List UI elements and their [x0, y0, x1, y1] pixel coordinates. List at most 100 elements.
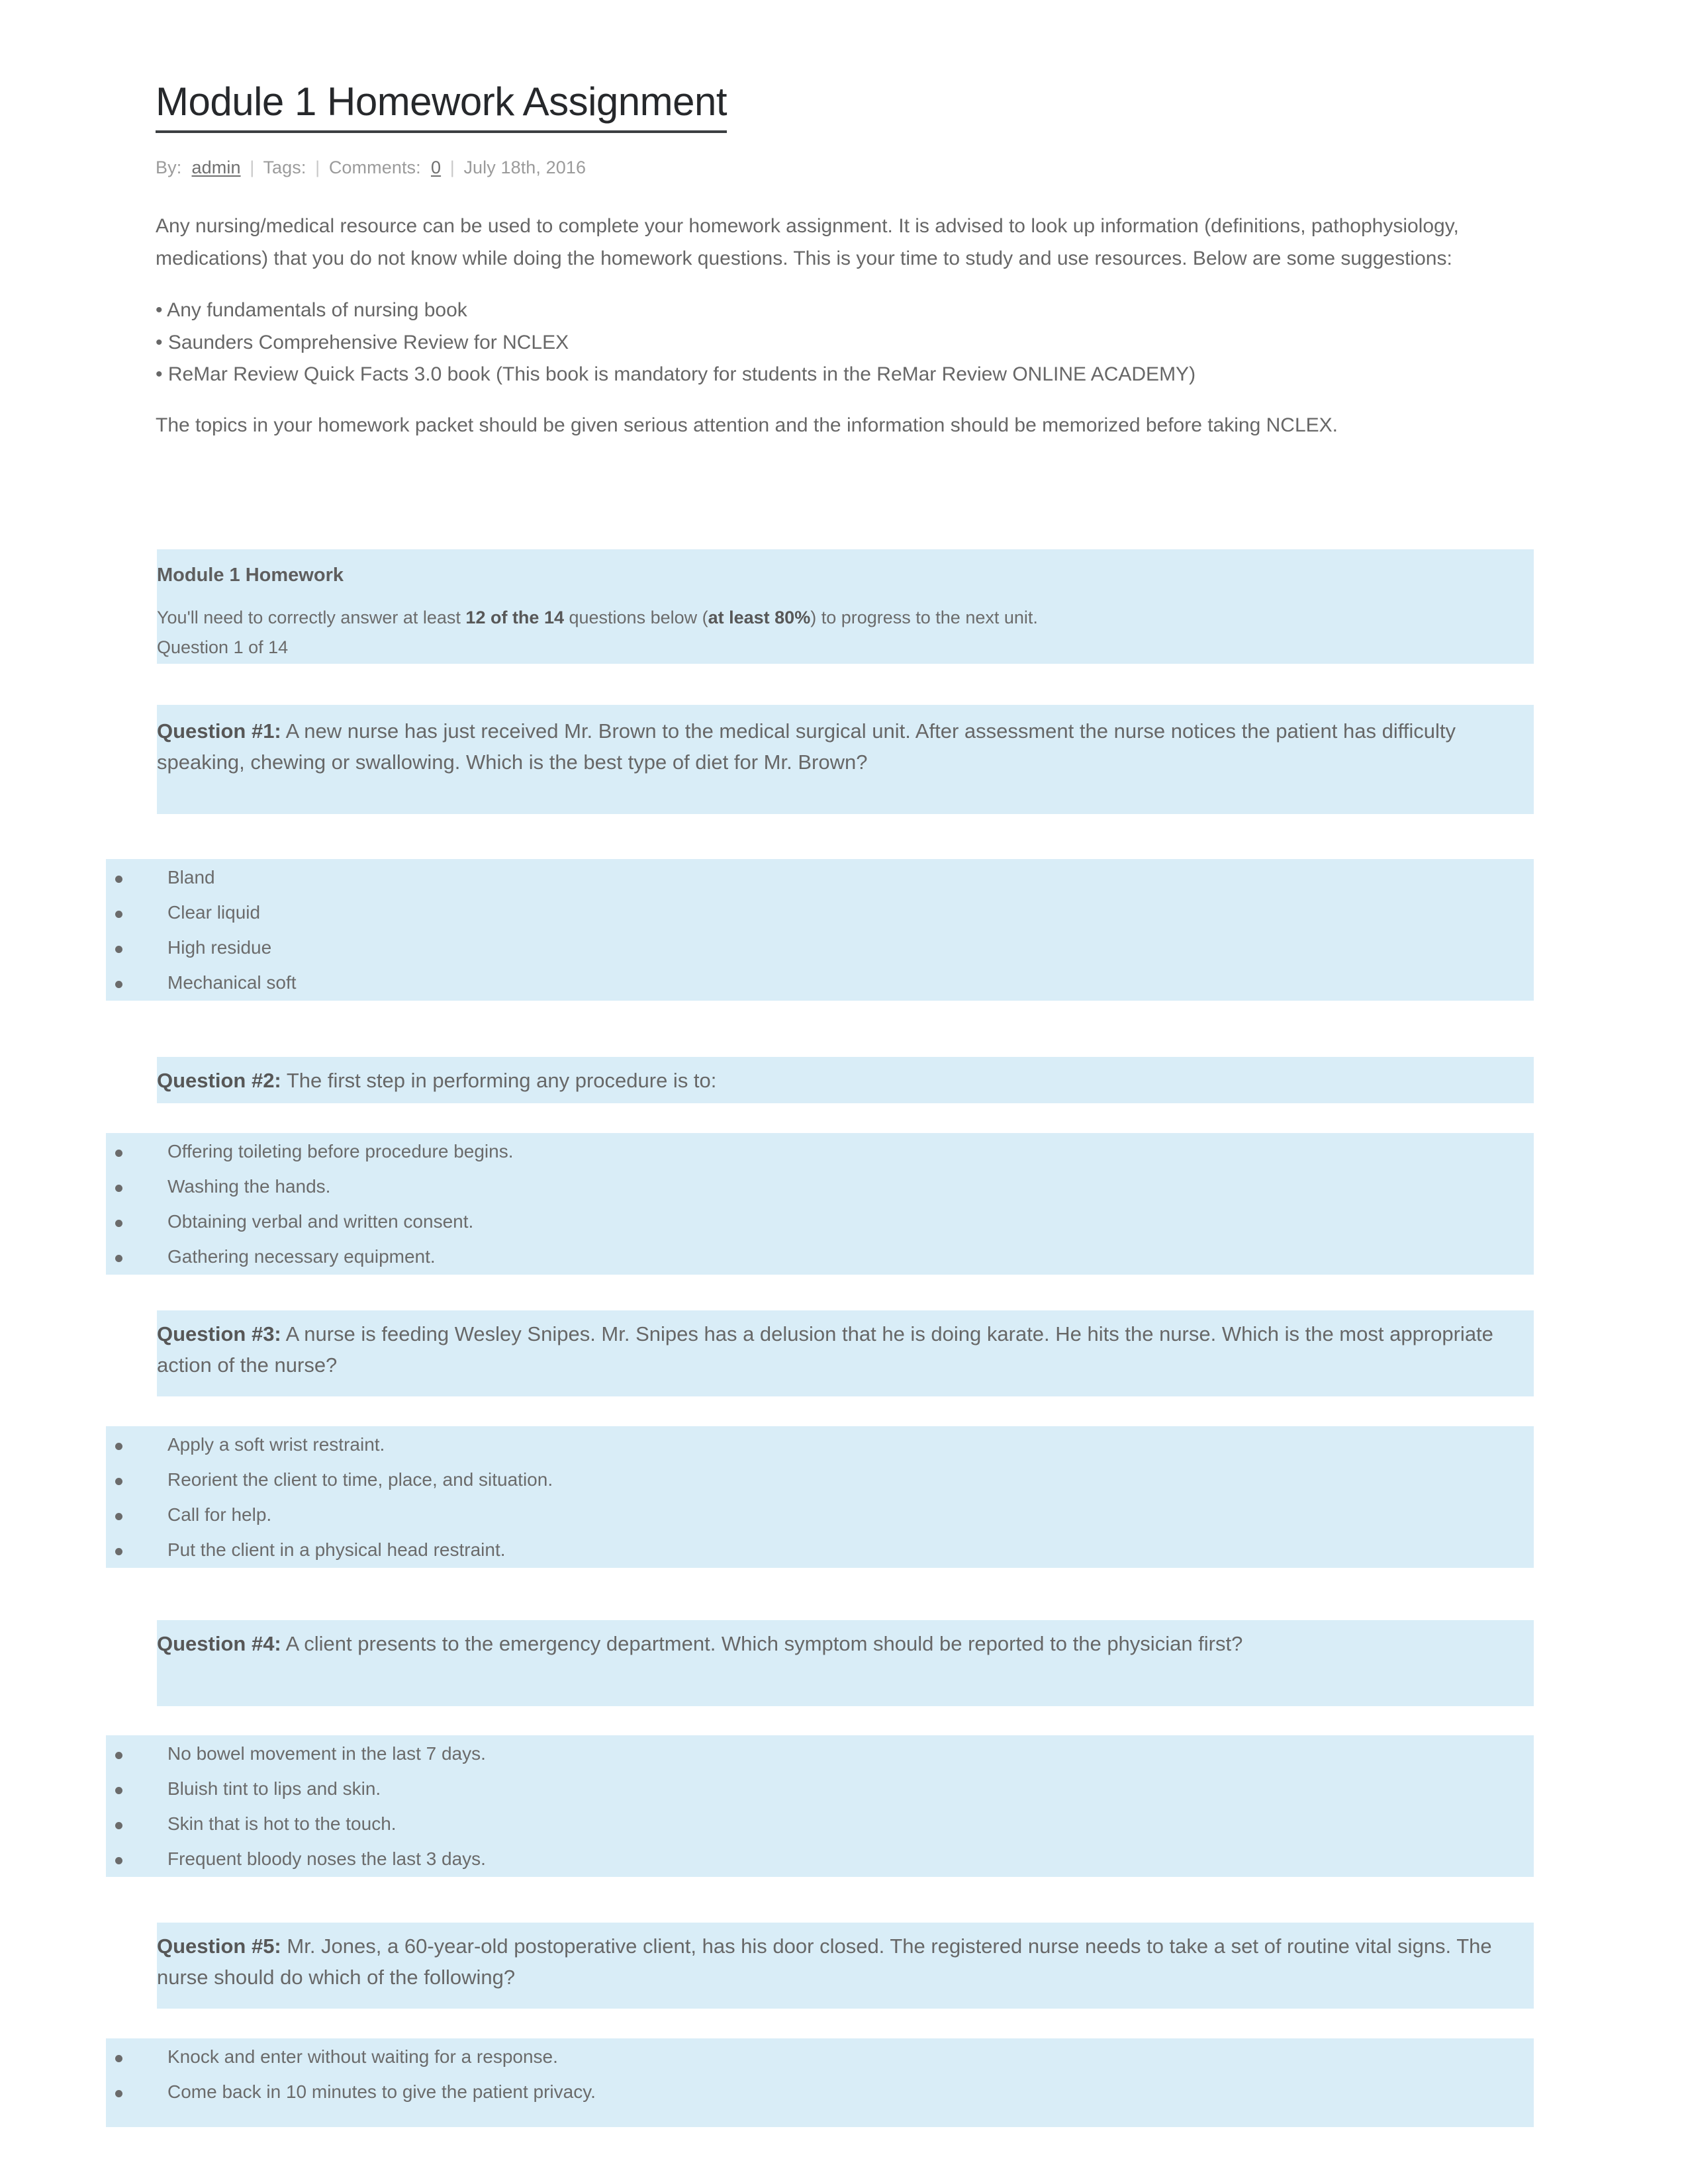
option-label: Offering toileting before procedure begi…: [167, 1141, 514, 1161]
bullet-icon: [115, 1857, 122, 1864]
byline-separator-3: |: [449, 158, 455, 177]
question-3-label: Question #3:: [157, 1322, 281, 1345]
homework-info-box: Module 1 Homework You'll need to correct…: [157, 549, 1534, 648]
bullet-icon: [115, 1548, 122, 1555]
question-2-answers-box: Offering toileting before procedure begi…: [106, 1133, 1534, 1275]
question-1-text: Question #1: A new nurse has just receiv…: [157, 715, 1527, 778]
option-label: Skin that is hot to the touch.: [167, 1813, 397, 1834]
bullet-icon: [115, 1752, 122, 1759]
question-3-answers-box: Apply a soft wrist restraint. Reorient t…: [106, 1426, 1534, 1568]
question-4-body: A client presents to the emergency depar…: [281, 1632, 1243, 1655]
option-label: Reorient the client to time, place, and …: [167, 1469, 553, 1490]
option-item[interactable]: Bland: [106, 868, 1534, 887]
question-2-body: The first step in performing any procedu…: [281, 1069, 717, 1092]
option-item[interactable]: Bluish tint to lips and skin.: [106, 1780, 1534, 1798]
intro-section: Any nursing/medical resource can be used…: [156, 210, 1516, 462]
option-item[interactable]: Frequent bloody noses the last 3 days.: [106, 1850, 1534, 1868]
question-5-options: Knock and enter without waiting for a re…: [106, 2048, 1534, 2101]
byline-separator-2: |: [315, 158, 320, 177]
question-3-text: Question #3: A nurse is feeding Wesley S…: [157, 1318, 1527, 1381]
suggestions-list: • Any fundamentals of nursing book • Sau…: [156, 295, 1516, 391]
question-counter-box: Question 1 of 14: [157, 635, 1534, 664]
question-5-answers-box: Knock and enter without waiting for a re…: [106, 2038, 1534, 2127]
bullet-icon: [115, 1255, 122, 1262]
question-1-answers-box: Bland Clear liquid High residue Mechanic…: [106, 859, 1534, 1001]
option-label: Apply a soft wrist restraint.: [167, 1434, 385, 1455]
question-5-label: Question #5:: [157, 1934, 281, 1958]
question-4-box: Question #4: A client presents to the em…: [157, 1620, 1534, 1706]
question-4-options: No bowel movement in the last 7 days. Bl…: [106, 1745, 1534, 1868]
question-1-options: Bland Clear liquid High residue Mechanic…: [106, 868, 1534, 992]
option-label: Bluish tint to lips and skin.: [167, 1778, 381, 1799]
question-2-options: Offering toileting before procedure begi…: [106, 1142, 1534, 1266]
bullet-icon: [115, 1822, 122, 1829]
option-item[interactable]: Apply a soft wrist restraint.: [106, 1435, 1534, 1454]
question-5-body: Mr. Jones, a 60-year-old postoperative c…: [157, 1934, 1492, 1989]
requirement-mid: questions below (: [563, 607, 708, 627]
option-item[interactable]: Reorient the client to time, place, and …: [106, 1471, 1534, 1489]
option-item[interactable]: Come back in 10 minutes to give the pati…: [106, 2083, 1534, 2101]
bullet-icon: [115, 2055, 122, 2062]
question-5-box: Question #5: Mr. Jones, a 60-year-old po…: [157, 1923, 1534, 2009]
bullet-icon: [115, 1185, 122, 1192]
option-item[interactable]: Clear liquid: [106, 903, 1534, 922]
page-title: Module 1 Homework Assignment: [156, 79, 727, 134]
suggestion-item: • ReMar Review Quick Facts 3.0 book (Thi…: [156, 363, 1196, 386]
option-item[interactable]: Knock and enter without waiting for a re…: [106, 2048, 1534, 2066]
bullet-icon: [115, 946, 122, 953]
question-2-label: Question #2:: [157, 1069, 281, 1092]
option-item[interactable]: Mechanical soft: [106, 974, 1534, 992]
option-label: Frequent bloody noses the last 3 days.: [167, 1848, 486, 1869]
option-item[interactable]: High residue: [106, 938, 1534, 957]
bullet-icon: [115, 911, 122, 918]
homework-box-heading: Module 1 Homework: [157, 565, 344, 586]
question-3-box: Question #3: A nurse is feeding Wesley S…: [157, 1310, 1534, 1396]
question-counter: Question 1 of 14: [157, 637, 289, 657]
option-label: Knock and enter without waiting for a re…: [167, 2046, 558, 2067]
byline-separator-1: |: [250, 158, 255, 177]
option-label: Washing the hands.: [167, 1176, 331, 1197]
option-label: Call for help.: [167, 1504, 272, 1525]
bullet-icon: [115, 1443, 122, 1450]
bullet-icon: [115, 1478, 122, 1485]
question-5-text: Question #5: Mr. Jones, a 60-year-old po…: [157, 1931, 1527, 1993]
option-item[interactable]: No bowel movement in the last 7 days.: [106, 1745, 1534, 1763]
option-label: Clear liquid: [167, 902, 261, 923]
option-item[interactable]: Skin that is hot to the touch.: [106, 1815, 1534, 1833]
question-4-text: Question #4: A client presents to the em…: [157, 1628, 1527, 1659]
option-item[interactable]: Offering toileting before procedure begi…: [106, 1142, 1534, 1161]
question-1-label: Question #1:: [157, 719, 281, 743]
bullet-icon: [115, 1787, 122, 1794]
question-2-text: Question #2: The first step in performin…: [157, 1065, 1527, 1096]
option-item[interactable]: Put the client in a physical head restra…: [106, 1541, 1534, 1559]
question-2-box: Question #2: The first step in performin…: [157, 1057, 1534, 1103]
suggestion-item: • Saunders Comprehensive Review for NCLE…: [156, 331, 569, 353]
option-label: Come back in 10 minutes to give the pati…: [167, 2081, 596, 2102]
option-label: Bland: [167, 867, 215, 887]
option-item[interactable]: Obtaining verbal and written consent.: [106, 1212, 1534, 1231]
bullet-icon: [115, 876, 122, 883]
question-4-label: Question #4:: [157, 1632, 281, 1655]
requirement-post: ) to progress to the next unit.: [810, 607, 1038, 627]
requirement-pre: You'll need to correctly answer at least: [157, 607, 466, 627]
option-item[interactable]: Call for help.: [106, 1506, 1534, 1524]
question-3-body: A nurse is feeding Wesley Snipes. Mr. Sn…: [157, 1322, 1493, 1377]
bullet-icon: [115, 981, 122, 988]
question-1-box: Question #1: A new nurse has just receiv…: [157, 705, 1534, 814]
requirement-bold-percent: at least 80%: [708, 607, 811, 627]
suggestion-item: • Any fundamentals of nursing book: [156, 299, 467, 322]
bullet-icon: [115, 1150, 122, 1157]
comments-count-link[interactable]: 0: [431, 158, 441, 177]
option-label: Put the client in a physical head restra…: [167, 1539, 506, 1560]
option-label: Mechanical soft: [167, 972, 297, 993]
byline: By: admin | Tags: | Comments: 0 | July 1…: [156, 158, 586, 178]
question-1-body: A new nurse has just received Mr. Brown …: [157, 719, 1456, 774]
option-label: Gathering necessary equipment.: [167, 1246, 436, 1267]
option-label: Obtaining verbal and written consent.: [167, 1211, 474, 1232]
intro-paragraph-2: The topics in your homework packet shoul…: [156, 414, 1338, 436]
bullet-icon: [115, 2090, 122, 2097]
option-item[interactable]: Gathering necessary equipment.: [106, 1248, 1534, 1266]
author-link[interactable]: admin: [192, 158, 241, 177]
option-item[interactable]: Washing the hands.: [106, 1177, 1534, 1196]
